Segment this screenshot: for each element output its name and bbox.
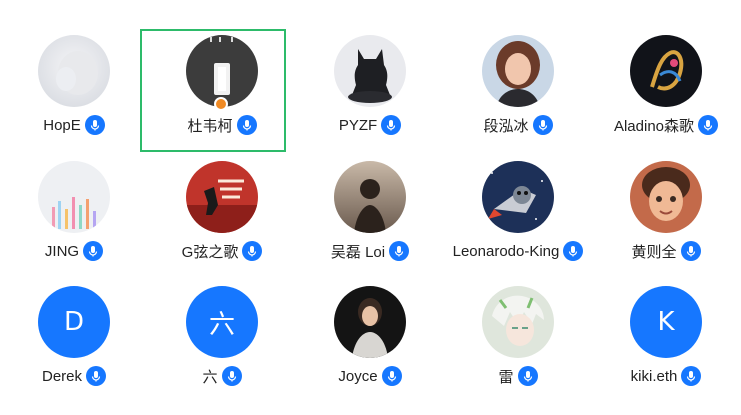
microphone-icon[interactable] bbox=[389, 241, 410, 261]
participant-name: JING bbox=[44, 242, 80, 260]
avatar[interactable] bbox=[334, 161, 406, 233]
participant-name: HopE bbox=[43, 116, 81, 134]
participant-name: Aladino森歌 bbox=[613, 117, 695, 135]
participant-tile[interactable]: JING bbox=[0, 155, 148, 280]
participant-tile[interactable]: Aladino森歌 bbox=[592, 29, 740, 154]
microphone-icon[interactable] bbox=[698, 115, 719, 135]
microphone-icon[interactable] bbox=[563, 241, 584, 261]
microphone-icon[interactable] bbox=[84, 115, 105, 135]
microphone-icon[interactable] bbox=[681, 366, 702, 386]
avatar[interactable] bbox=[334, 286, 406, 358]
participant-tile[interactable]: HopE bbox=[0, 29, 148, 154]
avatar[interactable] bbox=[482, 35, 554, 107]
microphone-icon[interactable] bbox=[83, 241, 104, 261]
microphone-icon[interactable] bbox=[221, 366, 242, 386]
microphone-icon[interactable] bbox=[381, 366, 402, 386]
participant-tile[interactable]: 吴磊 Loi bbox=[296, 155, 444, 280]
participant-name: PYZF bbox=[338, 116, 378, 134]
avatar[interactable] bbox=[482, 286, 554, 358]
participant-name: 杜韦柯 bbox=[187, 117, 233, 135]
participant-tile[interactable]: Joyce bbox=[296, 280, 444, 405]
participant-tile[interactable]: 六 六 bbox=[148, 280, 296, 405]
participant-name: 雷 bbox=[498, 368, 514, 386]
participant-name: kiki.eth bbox=[630, 367, 678, 385]
participant-name: 段泓冰 bbox=[483, 117, 529, 135]
avatar[interactable]: D bbox=[38, 286, 110, 358]
participant-name: 六 bbox=[202, 368, 218, 386]
participant-grid: HopE 杜韦柯 PYZF 段泓冰 Aladino森歌 JING G弦之歌 吴磊… bbox=[0, 0, 741, 415]
avatar[interactable]: K bbox=[630, 286, 702, 358]
participant-name: 吴磊 Loi bbox=[330, 243, 386, 261]
participant-tile[interactable]: 雷 bbox=[444, 280, 592, 405]
microphone-icon[interactable] bbox=[381, 115, 402, 135]
avatar[interactable] bbox=[334, 35, 406, 107]
participant-tile[interactable]: K kiki.eth bbox=[592, 280, 740, 405]
participant-name: Joyce bbox=[338, 367, 378, 385]
microphone-icon[interactable] bbox=[86, 366, 106, 386]
avatar[interactable] bbox=[38, 35, 110, 107]
microphone-icon[interactable] bbox=[680, 241, 701, 261]
microphone-icon[interactable] bbox=[532, 115, 553, 135]
avatar-letter: D bbox=[63, 307, 85, 337]
avatar-letter: K bbox=[657, 307, 675, 337]
participant-name: Derek bbox=[41, 367, 82, 385]
avatar[interactable] bbox=[38, 161, 110, 233]
avatar[interactable] bbox=[186, 161, 258, 233]
host-person-icon bbox=[214, 97, 228, 111]
avatar[interactable] bbox=[630, 35, 702, 107]
participant-tile[interactable]: PYZF bbox=[296, 29, 444, 154]
participant-tile[interactable]: G弦之歌 bbox=[148, 155, 296, 280]
microphone-icon[interactable] bbox=[517, 366, 538, 386]
microphone-icon[interactable] bbox=[236, 115, 257, 135]
participant-name: G弦之歌 bbox=[181, 243, 239, 261]
avatar[interactable] bbox=[482, 161, 554, 233]
participant-tile[interactable]: Leonarodo-King bbox=[444, 155, 592, 280]
participant-tile[interactable]: 杜韦柯 bbox=[148, 29, 296, 154]
participant-tile[interactable]: 段泓冰 bbox=[444, 29, 592, 154]
microphone-icon[interactable] bbox=[242, 241, 263, 261]
participant-name: 黄则全 bbox=[631, 243, 677, 261]
participant-name: Leonarodo-King bbox=[452, 242, 560, 260]
avatar[interactable] bbox=[630, 161, 702, 233]
avatar[interactable]: 六 bbox=[186, 286, 258, 358]
participant-tile[interactable]: 黄则全 bbox=[592, 155, 740, 280]
participant-tile[interactable]: D Derek bbox=[0, 280, 148, 405]
avatar-letter: 六 bbox=[208, 309, 235, 340]
